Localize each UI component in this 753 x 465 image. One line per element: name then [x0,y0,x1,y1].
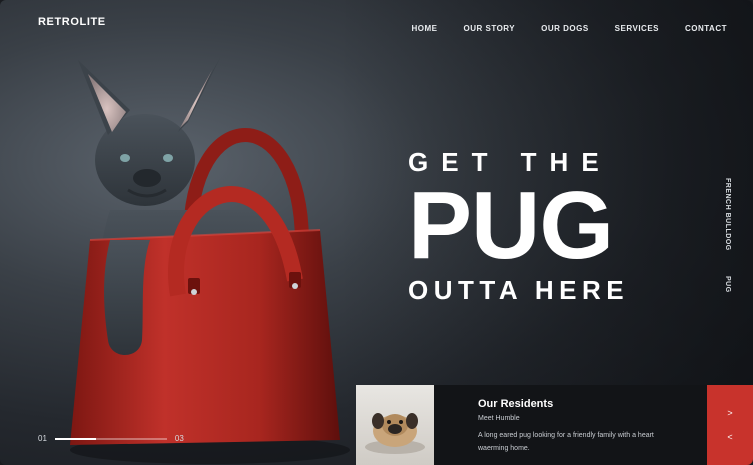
slide-total-number: 03 [174,434,184,443]
slide-progress-fill [54,437,97,440]
site-logo[interactable]: RETROLITE [38,16,106,28]
slide-current-number: 01 [38,434,47,443]
residents-card: Our Residents Meet Humble A long eared p… [356,385,753,465]
side-label-pug[interactable]: PUG [724,276,731,293]
nav-contact[interactable]: CONTACT [685,24,727,33]
side-label-french-bulldog[interactable]: FRENCH BULLDOG [724,178,731,251]
nav-our-story[interactable]: OUR STORY [463,24,515,33]
nav-home[interactable]: HOME [411,24,437,33]
card-arrow-panel: > < [707,385,753,465]
headline-line-2: PUG [408,172,614,279]
nav-services[interactable]: SERVICES [615,24,659,33]
card-subtitle: Meet Humble [478,415,520,422]
slide-indicator: 01 03 [38,434,184,443]
main-nav: HOME OUR STORY OUR DOGS SERVICES CONTACT [385,24,727,33]
chevron-left-icon[interactable]: < [727,433,732,442]
bulldog-in-red-bag-image [70,58,350,464]
nav-our-dogs[interactable]: OUR DOGS [541,24,589,33]
chevron-right-icon[interactable]: > [727,409,732,418]
card-title: Our Residents [478,398,554,410]
slide-progress-track[interactable] [54,437,167,440]
card-description: A long eared pug looking for a friendly … [478,432,654,452]
residents-card-body: Our Residents Meet Humble A long eared p… [434,385,707,465]
hero-headline: GET THE PUG OUTTA HERE [408,148,658,304]
pug-photo-icon [365,413,425,454]
headline-line-3: OUTTA HERE [408,275,630,305]
hero-page: RETROLITE HOME OUR STORY OUR DOGS SERVIC… [0,0,753,465]
pug-thumbnail-image[interactable] [356,385,434,465]
